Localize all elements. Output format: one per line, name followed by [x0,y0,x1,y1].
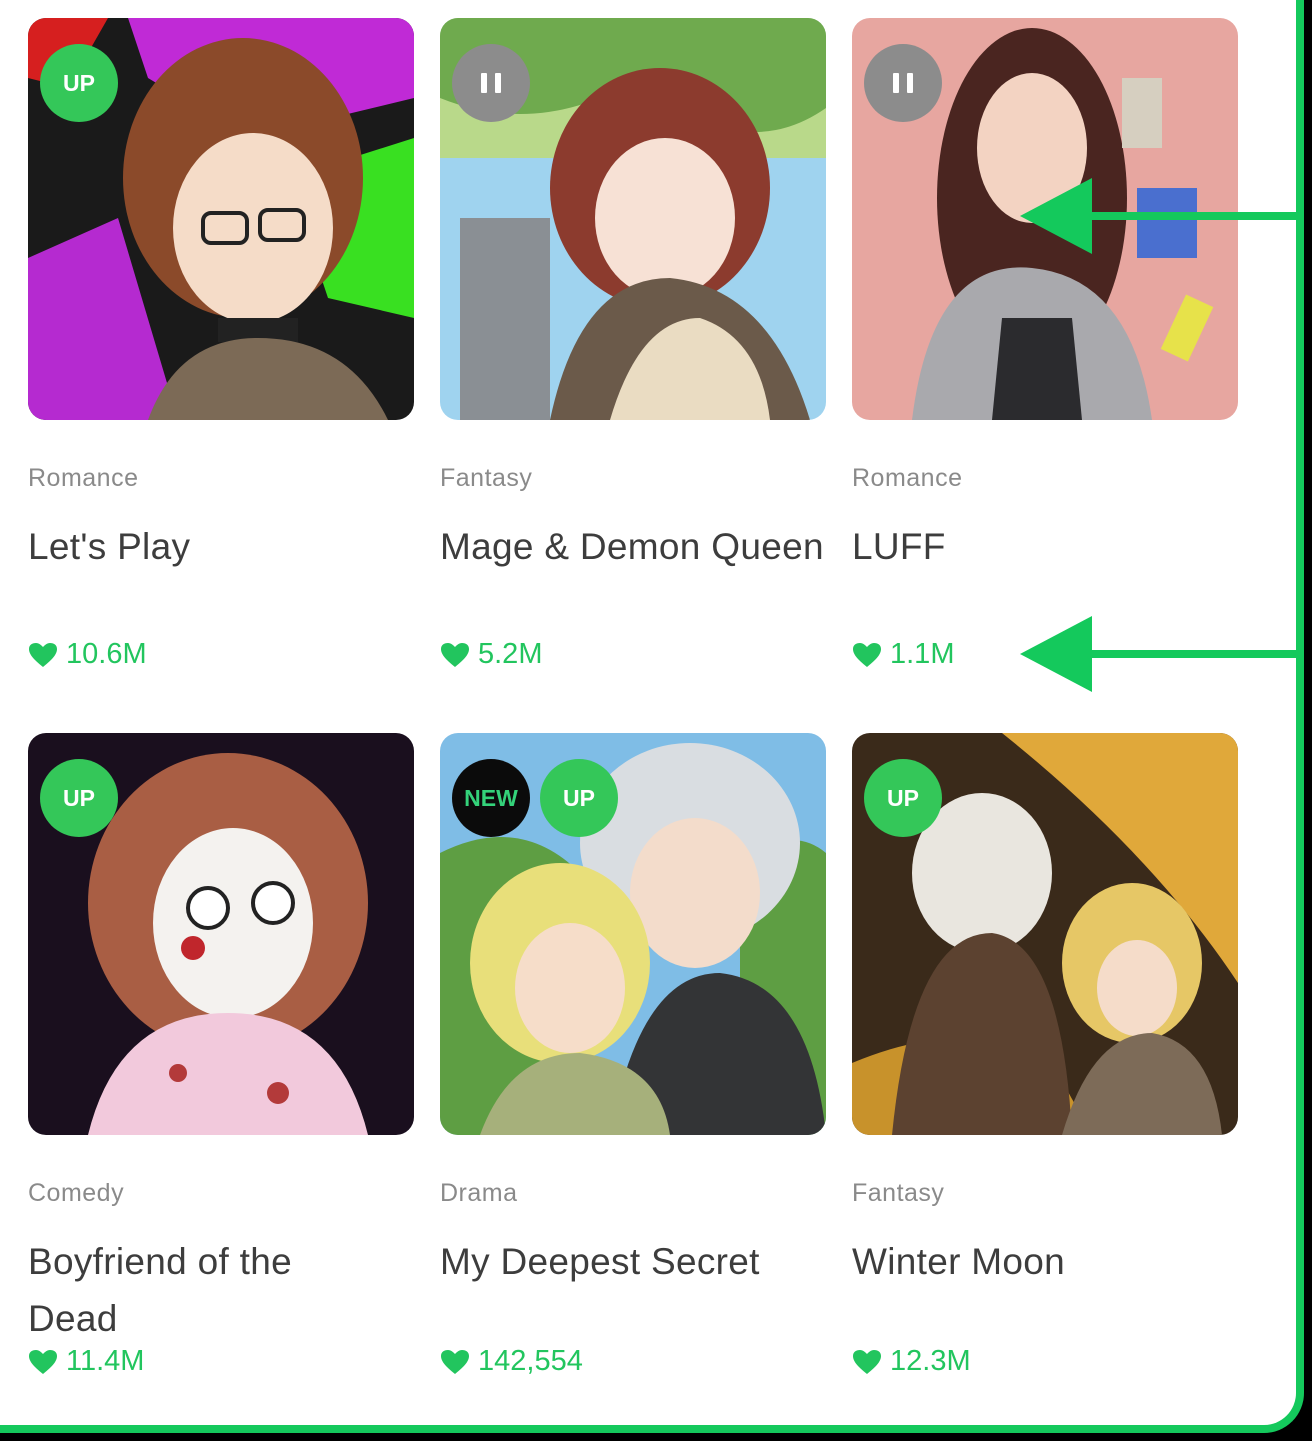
series-card-my-deepest-secret[interactable]: NEW UP Drama My Deepest Secret 142,554 [440,733,826,1377]
badge-group: NEW UP [452,759,618,837]
cover-thumbnail[interactable]: UP [28,18,414,420]
pause-icon [481,73,501,93]
genre-label: Romance [852,464,963,492]
badge-group [452,44,530,122]
series-card-lets-play[interactable]: UP Romance Let's Play 10.6M [28,18,414,670]
likes-count: 5.2M [440,638,542,671]
up-badge: UP [40,44,118,122]
pause-badge [864,44,942,122]
up-badge: UP [864,759,942,837]
cover-thumbnail[interactable]: UP [852,733,1238,1135]
series-title[interactable]: Boyfriend of the Dead [28,1233,328,1347]
cover-thumbnail[interactable] [440,18,826,420]
likes-value: 1.1M [890,638,955,670]
series-title[interactable]: My Deepest Secret [440,1233,826,1290]
series-card-boyfriend-of-the-dead[interactable]: UP Comedy Boyfriend of the Dead 11.4M [28,733,414,1377]
badge-group: UP [864,759,942,837]
cover-thumbnail[interactable]: NEW UP [440,733,826,1135]
heart-icon [853,642,881,667]
genre-label: Romance [28,464,139,492]
annotation-arrow-likes [1020,616,1300,692]
series-title[interactable]: Winter Moon [852,1233,1238,1290]
genre-label: Comedy [28,1179,125,1207]
likes-value: 5.2M [478,638,543,670]
likes-count: 142,554 [440,1345,583,1378]
series-title[interactable]: Let's Play [28,518,414,575]
series-title[interactable]: LUFF [852,518,1238,575]
heart-icon [29,642,57,667]
likes-value: 12.3M [890,1345,971,1377]
likes-count: 12.3M [852,1345,971,1378]
pause-icon [893,73,913,93]
genre-label: Drama [440,1179,518,1207]
likes-value: 11.4M [66,1345,145,1377]
series-card-mage-demon-queen[interactable]: Fantasy Mage & Demon Queen 5.2M [440,18,826,670]
genre-label: Fantasy [852,1179,945,1207]
cover-thumbnail[interactable]: UP [28,733,414,1135]
genre-label: Fantasy [440,464,533,492]
badge-group: UP [40,759,118,837]
heart-icon [853,1349,881,1374]
badge-group [864,44,942,122]
series-title[interactable]: Mage & Demon Queen [440,518,826,575]
up-badge: UP [40,759,118,837]
annotation-arrow-cover [1020,178,1300,254]
series-grid-panel: UP Romance Let's Play 10.6M Fantasy Mage… [0,0,1304,1433]
new-badge: NEW [452,759,530,837]
series-card-winter-moon[interactable]: UP Fantasy Winter Moon 12.3M [852,733,1238,1377]
likes-value: 142,554 [478,1345,583,1377]
heart-icon [441,1349,469,1374]
likes-value: 10.6M [66,638,147,670]
badge-group: UP [40,44,118,122]
likes-count: 11.4M [28,1345,144,1378]
heart-icon [441,642,469,667]
heart-icon [29,1349,57,1374]
likes-count: 10.6M [28,638,147,671]
pause-badge [452,44,530,122]
likes-count: 1.1M [852,638,954,671]
up-badge: UP [540,759,618,837]
